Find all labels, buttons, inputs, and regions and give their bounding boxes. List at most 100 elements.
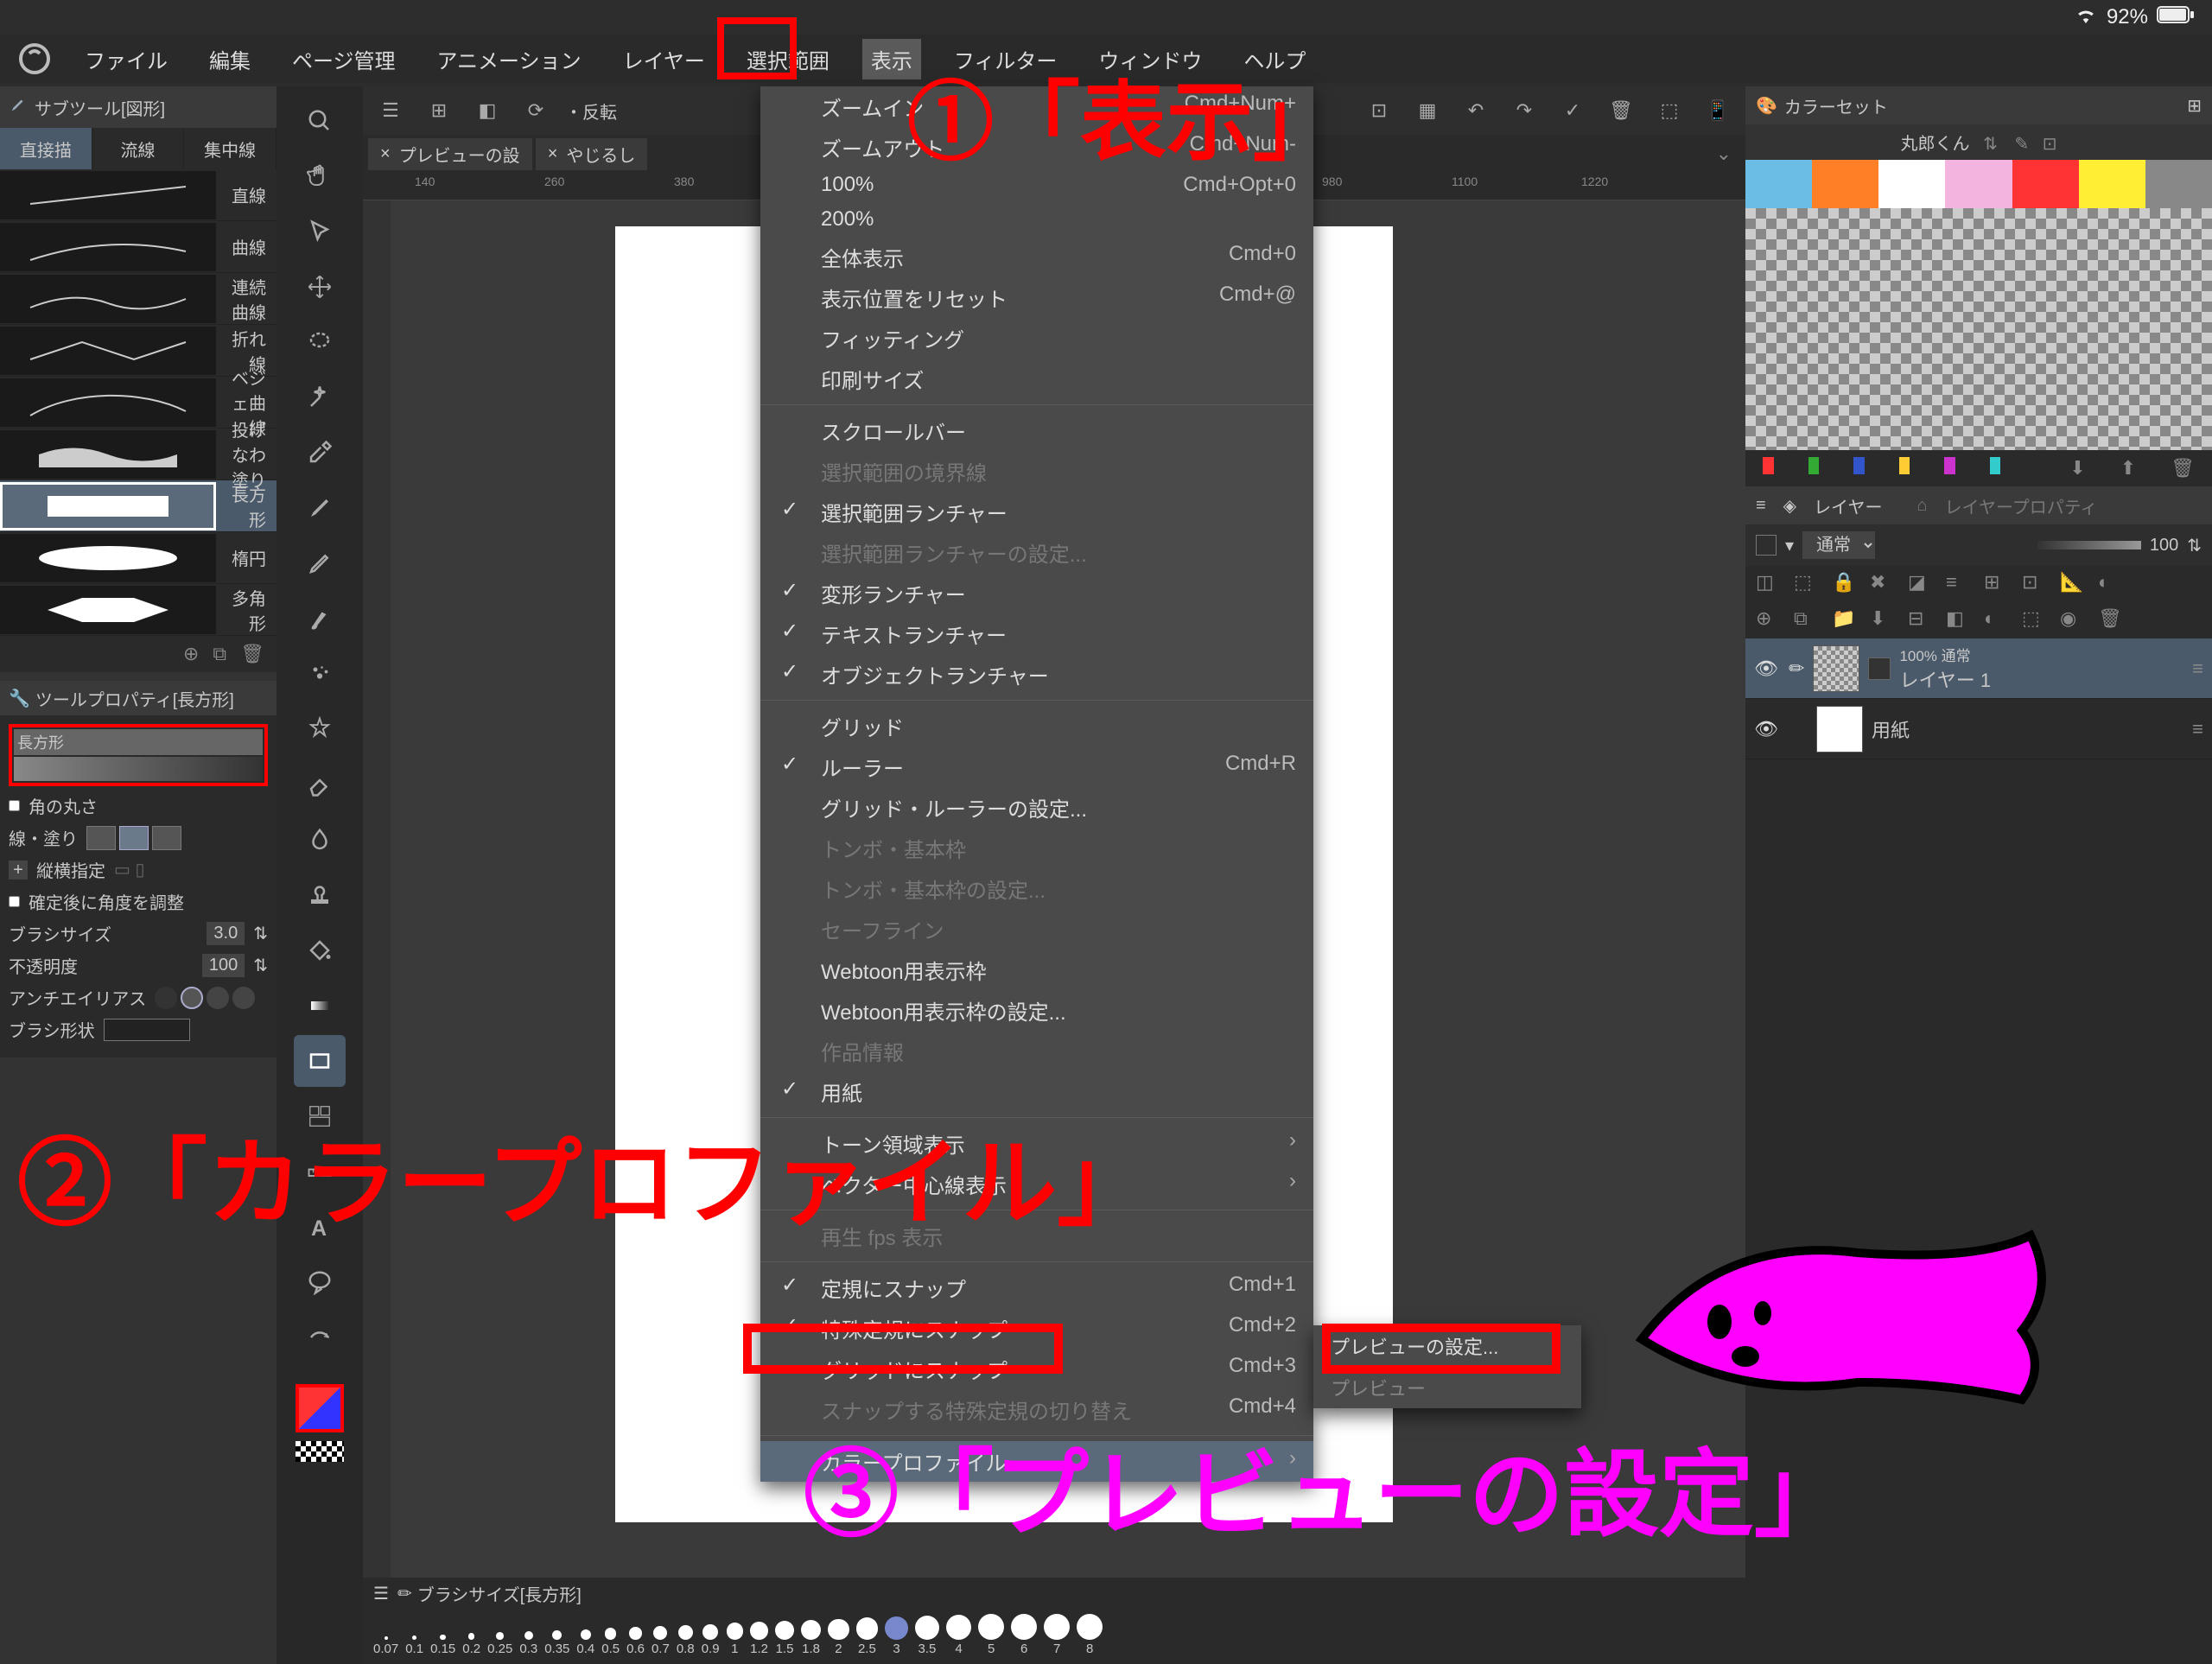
eye-icon[interactable]: 👁 xyxy=(1754,657,1780,680)
layer-icon[interactable]: ◉ xyxy=(2060,607,2086,633)
opacity-value[interactable]: 100 xyxy=(202,954,245,977)
color-swatch[interactable] xyxy=(1945,160,2012,208)
subtool-row-5[interactable]: 投げなわ塗り xyxy=(0,429,276,480)
ruler-tool-icon[interactable] xyxy=(294,1146,346,1197)
color-swatch[interactable] xyxy=(2079,160,2145,208)
frame-tool-icon[interactable] xyxy=(294,1090,346,1142)
layer-row[interactable]: 👁用紙≡ xyxy=(1745,699,2212,759)
toolbar-icon[interactable]: ◧ xyxy=(468,92,506,130)
color-selector[interactable] xyxy=(296,1384,344,1432)
eye-icon[interactable]: 👁 xyxy=(1754,718,1780,740)
toggle-icon[interactable]: ⊡ xyxy=(2043,135,2057,154)
dropdown-item[interactable]: ✓ルーラーCmd+R xyxy=(760,746,1313,787)
palette-name-select[interactable]: 丸郎くん ⇅ ✎ ⊡ xyxy=(1745,124,2212,160)
eraser-tool-icon[interactable] xyxy=(294,759,346,810)
dropdown-item[interactable]: 表示位置をリセットCmd+@ xyxy=(760,277,1313,318)
stamp-tool-icon[interactable] xyxy=(294,869,346,921)
brush-size-item[interactable]: 0.4 xyxy=(576,1629,594,1656)
pen-tool-icon[interactable] xyxy=(294,482,346,534)
dropdown-item[interactable]: ✓定規にスナップCmd+1 xyxy=(760,1267,1313,1308)
dropdown-item[interactable]: ✓選択範囲ランチャー xyxy=(760,492,1313,532)
brush-size-item[interactable]: 6 xyxy=(1011,1614,1037,1656)
shape-tool-icon[interactable] xyxy=(294,1035,346,1087)
toolbar-icon[interactable]: ✓ xyxy=(1554,92,1592,130)
dropdown-item[interactable]: ベクター中心線表示› xyxy=(760,1164,1313,1204)
color-swatch[interactable] xyxy=(1745,160,1812,208)
dropdown-item[interactable]: ✓オブジェクトランチャー xyxy=(760,654,1313,695)
brush-size-item[interactable]: 1 xyxy=(727,1623,744,1656)
dropdown-item[interactable]: フィッティング xyxy=(760,318,1313,359)
ruler-icon[interactable]: 📐 xyxy=(2060,571,2086,597)
colorset-opts-icon[interactable]: ⊞ xyxy=(2187,95,2202,117)
subtool-row-1[interactable]: 曲線 xyxy=(0,221,276,273)
layer-icon[interactable]: ◐ xyxy=(2098,571,2124,597)
brush-size-item[interactable]: 0.2 xyxy=(462,1633,480,1656)
dropdown-item[interactable]: グリッド・ルーラーの設定... xyxy=(760,787,1313,828)
toolbar-icon[interactable]: ⊡ xyxy=(1360,92,1398,130)
brush-size-item[interactable]: 0.1 xyxy=(405,1635,423,1656)
app-logo-icon[interactable] xyxy=(17,41,52,76)
dropdown-item[interactable]: 全体表示Cmd+0 xyxy=(760,237,1313,277)
toolbar-icon[interactable]: ▦ xyxy=(1408,92,1446,130)
layer-icon[interactable]: ⬇ xyxy=(1870,607,1896,633)
toolbar-icon[interactable]: ⊞ xyxy=(420,92,458,130)
layer-opacity-value[interactable]: 100 xyxy=(2150,536,2178,556)
dropdown-item[interactable]: トーン領域表示› xyxy=(760,1123,1313,1164)
menu-file[interactable]: ファイル xyxy=(76,39,176,79)
blend-tool-icon[interactable] xyxy=(294,814,346,866)
subtool-dup-icon[interactable]: ⧉ xyxy=(213,643,226,665)
menu-page[interactable]: ページ管理 xyxy=(283,39,404,79)
subtool-tab-0[interactable]: 直接描 xyxy=(0,128,92,169)
hand-tool-icon[interactable] xyxy=(294,150,346,202)
move-tool-icon[interactable] xyxy=(294,261,346,313)
dropdown-item[interactable]: ✓変形ランチャー xyxy=(760,573,1313,613)
blend-mode-select[interactable]: 通常 xyxy=(1802,531,1875,559)
opacity-slider[interactable] xyxy=(2037,541,2141,549)
corner-checkbox[interactable] xyxy=(9,800,20,811)
doc-tab-1[interactable]: × やじるし xyxy=(536,138,648,170)
color-swatch[interactable] xyxy=(2145,160,2212,208)
edit-icon[interactable]: ✎ xyxy=(2014,135,2029,154)
dropdown-item[interactable]: ズームインCmd+Num+ xyxy=(760,86,1313,127)
brush-size-item[interactable]: 5 xyxy=(978,1614,1004,1656)
color-swatch[interactable] xyxy=(1812,160,1878,208)
undo-icon[interactable]: ↶ xyxy=(1457,92,1495,130)
layer-icon[interactable]: ◧ xyxy=(1946,607,1972,633)
gradient-tool-icon[interactable] xyxy=(294,980,346,1032)
stepper-icon[interactable]: ⇅ xyxy=(2187,535,2202,556)
brush-size-item[interactable]: 1.8 xyxy=(801,1620,821,1656)
brush-size-item[interactable]: 3.5 xyxy=(915,1616,939,1656)
layer-icon[interactable]: ◫ xyxy=(1756,571,1782,597)
brush-size-item[interactable]: 2 xyxy=(828,1619,849,1656)
brushsize-value[interactable]: 3.0 xyxy=(207,922,245,945)
redo-icon[interactable]: ↷ xyxy=(1505,92,1543,130)
dropdown-item[interactable]: ズームアウトCmd+Num- xyxy=(760,127,1313,168)
hamburger-icon[interactable]: ≡ xyxy=(2192,657,2203,680)
toolbar-icon[interactable]: ⬚ xyxy=(1650,92,1688,130)
menu-animation[interactable]: アニメーション xyxy=(429,39,590,79)
chevron-down-icon[interactable]: ⌄ xyxy=(1707,143,1740,165)
layer-icon[interactable]: ≡ xyxy=(1946,571,1972,597)
dropdown-item[interactable]: スクロールバー xyxy=(760,410,1313,451)
menu-edit[interactable]: 編集 xyxy=(200,39,259,79)
subtool-row-8[interactable]: 多角形 xyxy=(0,584,276,636)
airbrush-tool-icon[interactable] xyxy=(294,648,346,700)
brush-size-item[interactable]: 0.8 xyxy=(677,1625,695,1656)
layer-checkbox[interactable] xyxy=(1756,535,1777,556)
doc-tab-0[interactable]: × プレビューの設 xyxy=(368,138,532,170)
fill-mode-icon[interactable] xyxy=(86,826,181,850)
brush-tool-icon[interactable] xyxy=(294,593,346,645)
menu-view[interactable]: 表示 xyxy=(862,39,921,79)
brush-size-item[interactable]: 0.5 xyxy=(601,1628,620,1656)
layer-icon[interactable]: ⬚ xyxy=(1794,571,1820,597)
trash-icon[interactable]: 🗑 xyxy=(1602,92,1640,130)
fill-tool-icon[interactable] xyxy=(294,924,346,976)
wand-tool-icon[interactable] xyxy=(294,372,346,423)
layer-icon[interactable]: ⧉ xyxy=(1794,607,1820,633)
brush-size-item[interactable]: 0.7 xyxy=(652,1626,670,1656)
dropdown-item[interactable]: 100%Cmd+Opt+0 xyxy=(760,168,1313,202)
dropdown-item[interactable]: 200% xyxy=(760,202,1313,237)
dropdown-item[interactable]: 印刷サイズ xyxy=(760,359,1313,399)
hamburger-icon[interactable]: ☰ xyxy=(373,1583,389,1604)
brush-size-item[interactable]: 3 xyxy=(885,1616,908,1656)
